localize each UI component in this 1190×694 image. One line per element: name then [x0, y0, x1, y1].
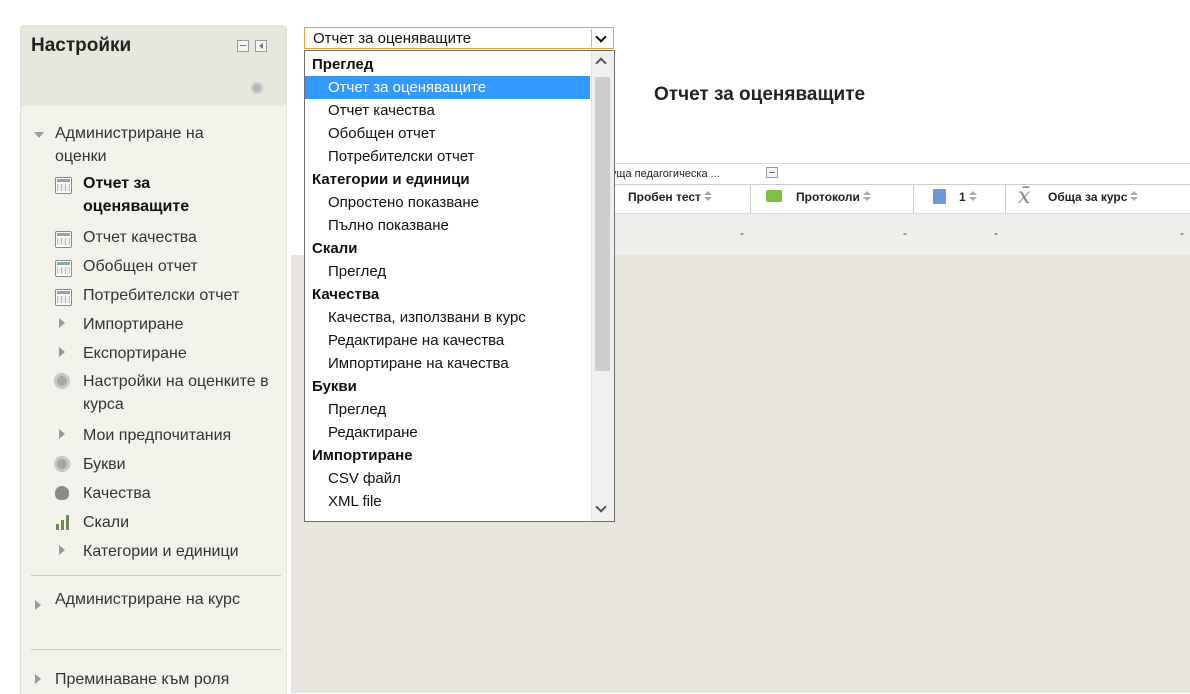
tree-item-user-report[interactable]: Потребителски отчет: [83, 284, 239, 307]
expand-arrow-icon[interactable]: [59, 347, 65, 357]
expand-arrow-icon[interactable]: [35, 600, 41, 610]
sort-icon[interactable]: [1130, 191, 1139, 202]
tree-item-grader-report[interactable]: Отчет за оценяващите: [83, 172, 233, 218]
dropdown-option[interactable]: Преглед: [305, 398, 590, 421]
bar: [56, 524, 59, 530]
dock-block-icon[interactable]: [255, 40, 267, 52]
collapse-category-icon[interactable]: [766, 167, 778, 178]
dropdown-option[interactable]: Импортиране на качества: [305, 352, 590, 375]
divider: [31, 649, 281, 650]
dropdown-option[interactable]: Редактиране на качества: [305, 329, 590, 352]
dropdown-option[interactable]: Редактиране: [305, 421, 590, 444]
tree-item-grade-administration[interactable]: Администриране на оценки: [55, 122, 255, 168]
minimize-block-icon[interactable]: [237, 40, 249, 52]
scales-icon: [55, 514, 71, 530]
tree-item-outcomes[interactable]: Качества: [83, 482, 151, 505]
block-title: Настройки: [31, 35, 132, 56]
tree-item-course-grade-settings[interactable]: Настройки на оценките в курса: [83, 370, 273, 416]
dropdown-option[interactable]: Потребителски отчет: [305, 145, 590, 168]
grade-cell[interactable]: -: [740, 226, 744, 240]
collapse-arrow-icon[interactable]: [34, 132, 44, 138]
bar: [66, 515, 69, 530]
dropdown-group-label: Скали: [312, 240, 358, 257]
sort-icon[interactable]: [703, 191, 712, 202]
gear-icon: [54, 373, 70, 389]
assignment-icon: [933, 189, 946, 204]
dropdown-option[interactable]: Отчет качества: [305, 99, 590, 122]
chevron-down-icon[interactable]: [591, 29, 612, 47]
column-header-quiz[interactable]: Пробен тест: [628, 190, 712, 204]
dropdown-group-label: Преглед: [312, 56, 374, 73]
expand-arrow-icon[interactable]: [59, 429, 65, 439]
column-header-course-total[interactable]: Обща за курс: [1048, 190, 1139, 204]
dropdown-option[interactable]: Обобщен отчет: [305, 122, 590, 145]
scroll-up-icon[interactable]: [595, 57, 607, 69]
dropdown-group-label: Качества: [312, 286, 380, 303]
dropdown-group-label: Категории и единици: [312, 171, 470, 188]
tree-item-categories-items[interactable]: Категории и единици: [83, 540, 239, 563]
page-title: Отчет за оценяващите: [654, 84, 866, 105]
tree-item-course-administration[interactable]: Администриране на курс: [55, 588, 255, 611]
tree-item-my-preferences[interactable]: Мои предпочитания: [83, 424, 231, 447]
dropdown-group-label: Импортиране: [312, 447, 413, 464]
scroll-down-icon[interactable]: [595, 501, 607, 513]
grade-cell[interactable]: -: [1180, 226, 1184, 240]
sigma-icon: x̄: [1018, 184, 1031, 209]
grade-cell[interactable]: -: [994, 226, 998, 240]
report-select[interactable]: Отчет за оценяващите: [304, 27, 614, 49]
tree-item-overview-report[interactable]: Обобщен отчет: [83, 255, 198, 278]
forum-icon: [766, 190, 782, 202]
dropdown-group-label: Букви: [312, 378, 357, 395]
sort-icon[interactable]: [968, 191, 977, 202]
tree-item-export[interactable]: Експортиране: [83, 342, 187, 365]
report-icon: [55, 260, 72, 277]
column-header-assignment[interactable]: 1: [959, 190, 977, 204]
dropdown-option[interactable]: Пълно показване: [305, 214, 590, 237]
report-icon: [55, 177, 72, 194]
expand-arrow-icon[interactable]: [59, 318, 65, 328]
bar: [61, 520, 64, 530]
grade-cell[interactable]: -: [903, 226, 907, 240]
column-header-forum[interactable]: Протоколи: [796, 190, 871, 204]
gear-icon: [54, 456, 70, 472]
divider: [31, 575, 281, 576]
outcomes-icon: [55, 486, 69, 500]
dropdown-option[interactable]: CSV файл: [305, 467, 590, 490]
expand-arrow-icon[interactable]: [59, 545, 65, 555]
tree-item-import[interactable]: Импортиране: [83, 313, 183, 336]
gear-icon[interactable]: [251, 82, 263, 94]
report-select-value: Отчет за оценяващите: [313, 30, 472, 47]
tree-item-scales[interactable]: Скали: [83, 511, 129, 534]
dropdown-option[interactable]: Качества, използвани в курс: [305, 306, 590, 329]
dropdown-scrollbar[interactable]: [591, 51, 614, 521]
dropdown-option[interactable]: Преглед: [305, 260, 590, 283]
expand-arrow-icon[interactable]: [35, 674, 41, 684]
tree-item-switch-role[interactable]: Преминаване към роля: [55, 668, 229, 691]
settings-block: Настройки Администриране на оценки Отчет…: [20, 25, 287, 694]
tree-item-letters[interactable]: Букви: [83, 453, 126, 476]
report-select-dropdown[interactable]: Преглед Отчет за оценяващите Отчет качеств…: [304, 50, 615, 522]
dropdown-option[interactable]: Опростено показване: [305, 191, 590, 214]
dropdown-option[interactable]: XML file: [305, 490, 590, 513]
table-row: [600, 213, 1190, 255]
sort-icon[interactable]: [862, 191, 871, 202]
report-icon: [55, 231, 72, 248]
scrollbar-thumb[interactable]: [595, 77, 610, 371]
report-icon: [55, 289, 72, 306]
tree-item-outcomes-report[interactable]: Отчет качества: [83, 226, 197, 249]
dropdown-option[interactable]: Отчет за оценяващите: [305, 76, 590, 99]
category-label: куща педагогическа ...: [606, 168, 720, 180]
